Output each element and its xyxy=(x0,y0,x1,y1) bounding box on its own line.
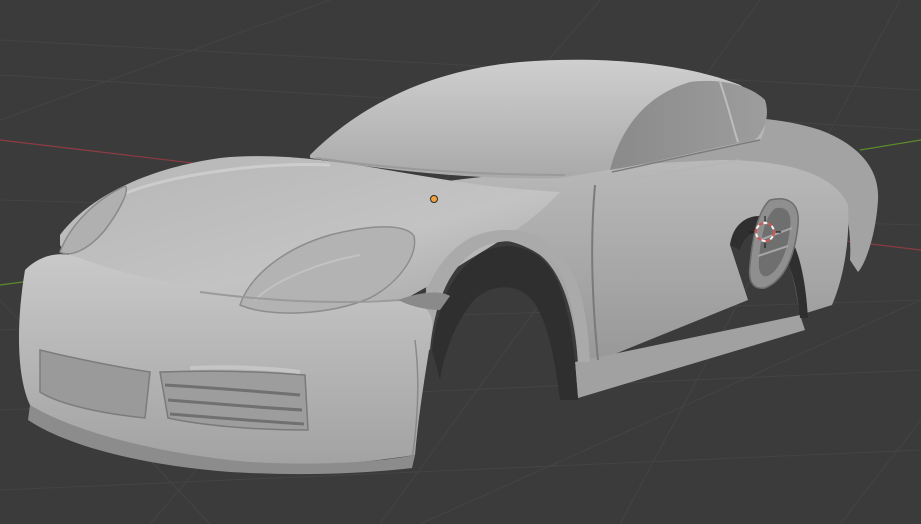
object-origin-icon[interactable] xyxy=(430,195,438,203)
viewport-canvas[interactable] xyxy=(0,0,921,524)
car-body-mesh[interactable] xyxy=(18,59,879,475)
3d-viewport[interactable] xyxy=(0,0,921,524)
y-axis-line-right xyxy=(859,139,921,151)
front-right-intake xyxy=(159,365,309,431)
